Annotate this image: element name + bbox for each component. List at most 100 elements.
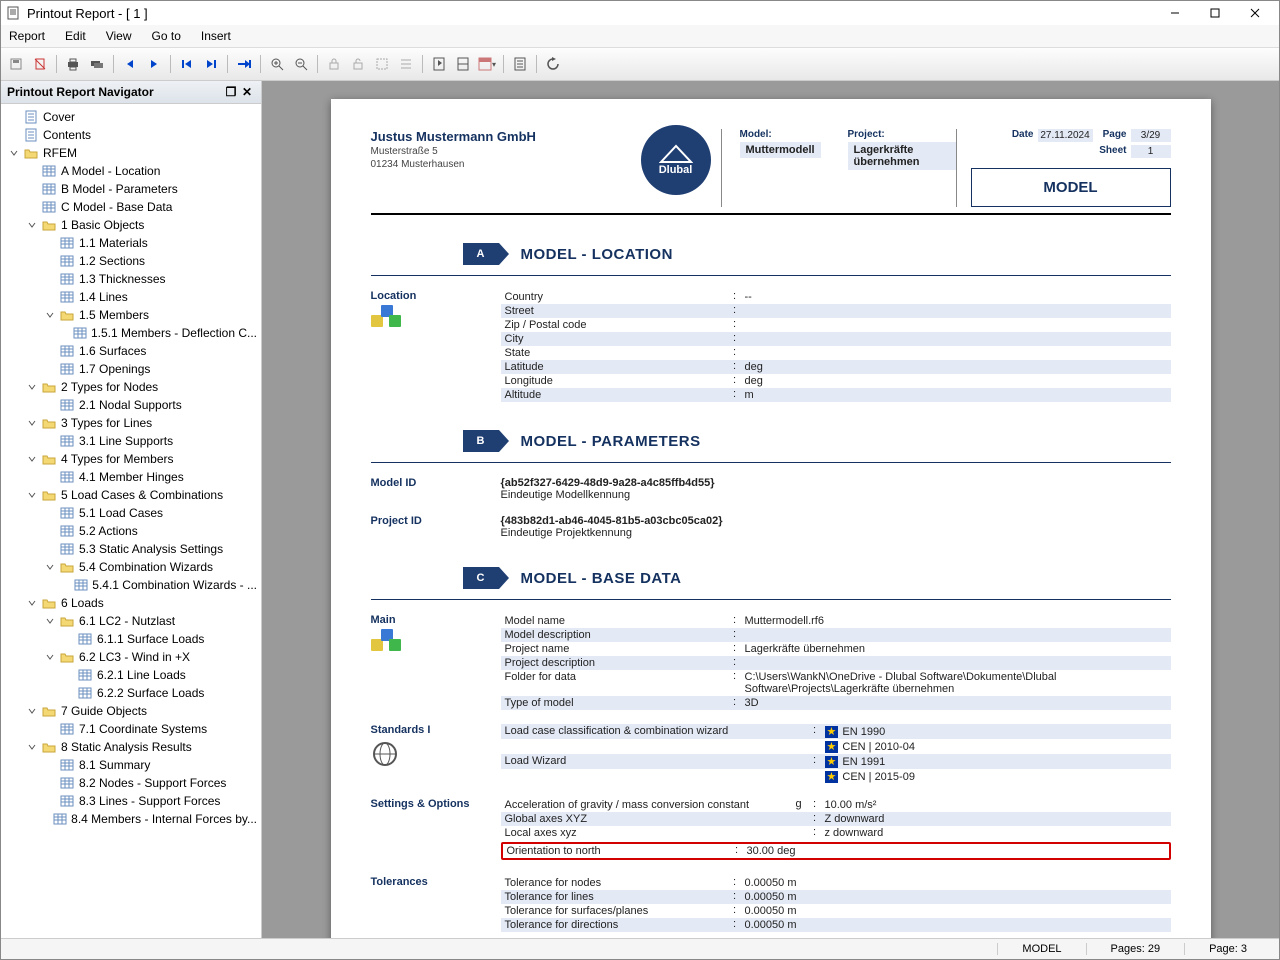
expand-icon[interactable] [25, 488, 39, 502]
tree-item[interactable]: 3 Types for Lines [1, 414, 261, 432]
expand-icon[interactable] [7, 146, 21, 160]
tree-item[interactable]: 7.1 Coordinate Systems [1, 720, 261, 738]
tree-item[interactable]: B Model - Parameters [1, 180, 261, 198]
tree-item[interactable]: 3.1 Line Supports [1, 432, 261, 450]
tree-item[interactable]: A Model - Location [1, 162, 261, 180]
print-all-icon[interactable] [86, 53, 108, 75]
tree-item[interactable]: 1 Basic Objects [1, 216, 261, 234]
sheet-value: 1 [1131, 145, 1171, 158]
tree-item[interactable]: 1.2 Sections [1, 252, 261, 270]
tree-item[interactable]: 2 Types for Nodes [1, 378, 261, 396]
tree-item-label: 4.1 Member Hinges [79, 470, 184, 484]
tree-item[interactable]: 4 Types for Members [1, 450, 261, 468]
navigator-close-icon[interactable]: ✕ [239, 85, 255, 99]
tree-item[interactable]: 8.2 Nodes - Support Forces [1, 774, 261, 792]
menu-edit[interactable]: Edit [65, 29, 86, 43]
expand-icon[interactable] [43, 614, 57, 628]
unlock-icon[interactable] [347, 53, 369, 75]
menu-goto[interactable]: Go to [152, 29, 181, 43]
insert-section-icon[interactable] [452, 53, 474, 75]
tree-item[interactable]: 1.4 Lines [1, 288, 261, 306]
refresh-icon[interactable] [542, 53, 564, 75]
tree-item[interactable]: 6.2 LC3 - Wind in +X [1, 648, 261, 666]
tree-item[interactable]: 7 Guide Objects [1, 702, 261, 720]
tree-item[interactable]: Contents [1, 126, 261, 144]
lock-icon[interactable] [323, 53, 345, 75]
menu-report[interactable]: Report [9, 29, 45, 43]
expand-icon[interactable] [25, 380, 39, 394]
tree-item[interactable]: 6.1 LC2 - Nutzlast [1, 612, 261, 630]
tree-item-label: 1.4 Lines [79, 290, 128, 304]
tree-item[interactable]: 1.7 Openings [1, 360, 261, 378]
expand-icon[interactable] [43, 560, 57, 574]
tree-item[interactable]: 6.1.1 Surface Loads [1, 630, 261, 648]
tree-item[interactable]: 5 Load Cases & Combinations [1, 486, 261, 504]
expand-icon [43, 470, 57, 484]
tree-item[interactable]: 5.4.1 Combination Wizards - ... [1, 576, 261, 594]
model-id-sub: Eindeutige Modellkennung [501, 489, 1171, 501]
expand-icon[interactable] [25, 596, 39, 610]
report-viewer[interactable]: Justus Mustermann GmbH Musterstraße 5 01… [262, 81, 1279, 938]
report-page: Justus Mustermann GmbH Musterstraße 5 01… [331, 99, 1211, 938]
tree-item[interactable]: 5.4 Combination Wizards [1, 558, 261, 576]
navigator-float-icon[interactable]: ❐ [223, 85, 239, 99]
save-icon[interactable] [5, 53, 27, 75]
expand-icon[interactable] [25, 218, 39, 232]
close-button[interactable] [1235, 1, 1275, 25]
tree-item[interactable]: 8.4 Members - Internal Forces by... [1, 810, 261, 828]
first-page-icon[interactable] [176, 53, 198, 75]
zoom-in-icon[interactable] [266, 53, 288, 75]
insert-page-icon[interactable] [428, 53, 450, 75]
tree-item[interactable]: 6.2.1 Line Loads [1, 666, 261, 684]
menu-view[interactable]: View [106, 29, 132, 43]
data-row: Type of model:3D [501, 696, 1171, 710]
tree-item[interactable]: 8.3 Lines - Support Forces [1, 792, 261, 810]
tree-item[interactable]: 1.5.1 Members - Deflection C... [1, 324, 261, 342]
tree-item[interactable]: 1.1 Materials [1, 234, 261, 252]
print-icon[interactable] [62, 53, 84, 75]
expand-icon[interactable] [25, 416, 39, 430]
expand-icon[interactable] [43, 308, 57, 322]
list-icon[interactable] [395, 53, 417, 75]
maximize-button[interactable] [1195, 1, 1235, 25]
tree-item[interactable]: 2.1 Nodal Supports [1, 396, 261, 414]
tree-item[interactable]: 1.3 Thicknesses [1, 270, 261, 288]
tree-item[interactable]: 5.2 Actions [1, 522, 261, 540]
layout-icon[interactable]: ▾ [476, 53, 498, 75]
tree-item[interactable]: 5.1 Load Cases [1, 504, 261, 522]
tree-item[interactable]: 1.5 Members [1, 306, 261, 324]
minimize-button[interactable] [1155, 1, 1195, 25]
tree-item[interactable]: 8.1 Summary [1, 756, 261, 774]
prev-page-icon[interactable] [119, 53, 141, 75]
expand-icon[interactable] [25, 740, 39, 754]
tree-item[interactable]: Cover [1, 108, 261, 126]
tree-item[interactable]: 5.3 Static Analysis Settings [1, 540, 261, 558]
navigator-tree[interactable]: CoverContentsRFEMA Model - LocationB Mod… [1, 104, 261, 938]
goto-icon[interactable] [233, 53, 255, 75]
last-page-icon[interactable] [200, 53, 222, 75]
expand-icon [7, 128, 21, 142]
data-row: Tolerance for nodes:0.00050 m [501, 876, 1171, 890]
zoom-out-icon[interactable] [290, 53, 312, 75]
expand-icon[interactable] [43, 650, 57, 664]
expand-icon[interactable] [25, 704, 39, 718]
tree-item[interactable]: 1.6 Surfaces [1, 342, 261, 360]
toolbar: ▾ [1, 48, 1279, 81]
tree-item[interactable]: RFEM [1, 144, 261, 162]
expand-icon [61, 578, 72, 592]
tree-item[interactable]: 8 Static Analysis Results [1, 738, 261, 756]
next-page-icon[interactable] [143, 53, 165, 75]
expand-icon [25, 200, 39, 214]
page-setup-icon[interactable] [509, 53, 531, 75]
tree-item[interactable]: 6 Loads [1, 594, 261, 612]
table-icon [59, 523, 75, 539]
tree-item[interactable]: C Model - Base Data [1, 198, 261, 216]
selection-icon[interactable] [371, 53, 393, 75]
menu-insert[interactable]: Insert [201, 29, 231, 43]
tree-item[interactable]: 4.1 Member Hinges [1, 468, 261, 486]
tree-item-label: 1 Basic Objects [61, 218, 144, 232]
folder-icon [41, 595, 57, 611]
expand-icon[interactable] [25, 452, 39, 466]
tree-item[interactable]: 6.2.2 Surface Loads [1, 684, 261, 702]
delete-icon[interactable] [29, 53, 51, 75]
